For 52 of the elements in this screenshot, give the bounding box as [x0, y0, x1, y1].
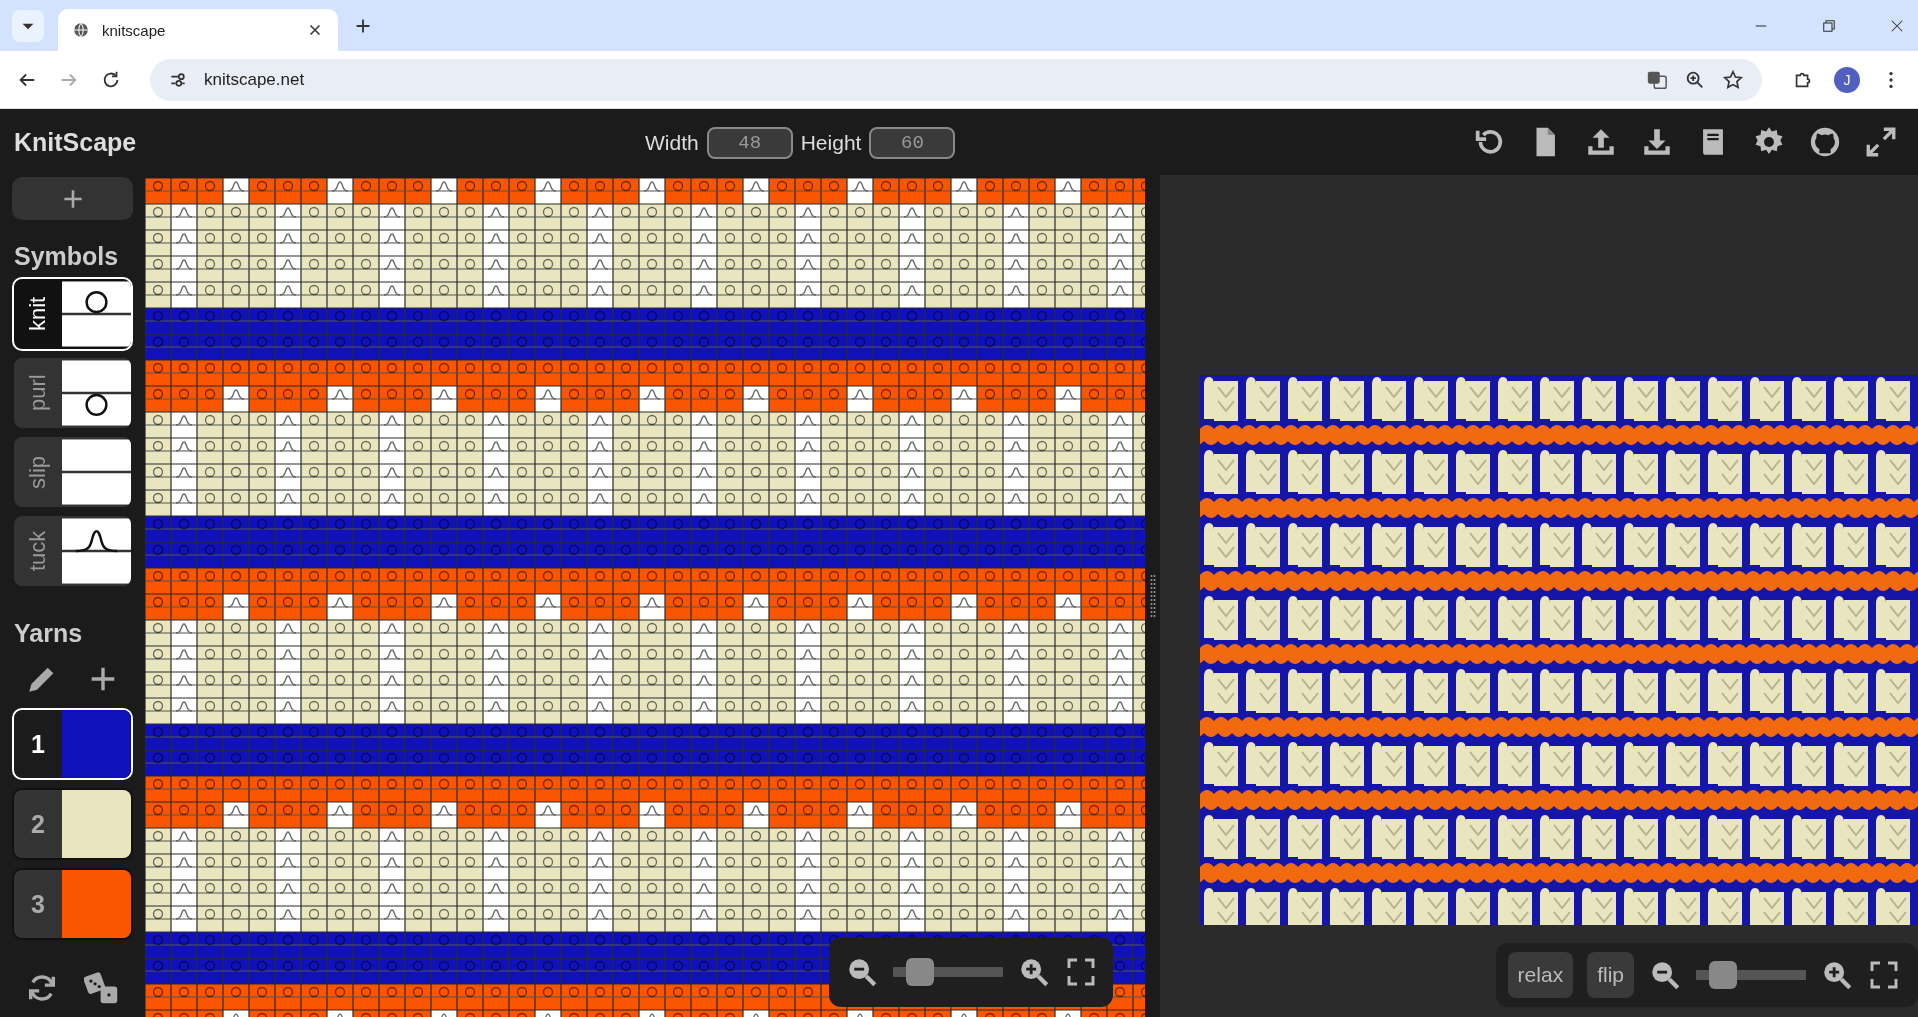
chart-row[interactable] — [145, 1009, 1145, 1017]
chart-row[interactable] — [145, 619, 1145, 647]
symbol-card[interactable]: purl — [12, 356, 133, 430]
width-label: Width — [645, 131, 699, 155]
chart-row[interactable] — [145, 281, 1145, 309]
browser-tab[interactable]: knitscape — [58, 9, 338, 51]
fullscreen-icon[interactable] — [1065, 956, 1097, 988]
symbols-heading: Symbols — [14, 242, 120, 271]
yarn-card[interactable]: 2 — [12, 788, 133, 860]
chart-row[interactable] — [145, 905, 1145, 933]
bookmark-star-icon[interactable] — [1722, 68, 1744, 91]
expand-icon[interactable] — [1864, 125, 1898, 159]
slip-symbol-icon — [62, 437, 131, 507]
height-label: Height — [800, 131, 862, 155]
yarn-number: 3 — [30, 888, 46, 920]
chart-row[interactable] — [145, 827, 1145, 855]
chart-row[interactable] — [145, 593, 1145, 621]
symbol-label: purl — [24, 373, 51, 414]
fullscreen-icon[interactable] — [1868, 959, 1900, 991]
width-field[interactable]: 48 — [706, 127, 793, 159]
purl-symbol-icon — [62, 358, 131, 428]
chart-row[interactable] — [145, 203, 1145, 231]
yarn-number: 1 — [30, 728, 46, 760]
height-field[interactable]: 60 — [869, 127, 956, 159]
address-bar[interactable]: knitscape.net — [150, 58, 1762, 101]
globe-icon — [72, 21, 90, 39]
tab-list-caret-icon[interactable] — [12, 9, 44, 42]
slider-thumb[interactable] — [905, 958, 934, 986]
tuck-symbol-icon — [62, 516, 131, 586]
symbol-label: tuck — [24, 529, 51, 574]
simulation-button[interactable]: relax — [1507, 952, 1574, 998]
chart-row[interactable] — [145, 411, 1145, 439]
chart-row[interactable] — [145, 385, 1145, 413]
yarn-card[interactable]: 1 — [12, 708, 133, 780]
symbol-card[interactable]: knit — [12, 277, 133, 351]
slider-thumb[interactable] — [1708, 961, 1737, 989]
yarn-number: 2 — [30, 808, 46, 840]
chart-row[interactable] — [145, 697, 1145, 725]
simulation-button[interactable]: flip — [1587, 952, 1634, 998]
symbol-card[interactable]: slip — [12, 435, 133, 509]
symbol-label: slip — [24, 454, 51, 491]
profile-avatar[interactable]: J — [1834, 66, 1860, 93]
app-title: KnitScape — [14, 127, 137, 157]
chart-row[interactable] — [145, 178, 1145, 205]
symbol-card[interactable]: tuck — [12, 514, 133, 588]
symbol-label: knit — [24, 295, 51, 334]
yarn-card[interactable]: 3 — [12, 868, 133, 940]
knit-symbol-icon — [62, 279, 131, 349]
chart-row[interactable] — [145, 801, 1145, 829]
yarns-heading: Yarns — [14, 619, 84, 648]
resize-handle-icon[interactable] — [1149, 574, 1156, 618]
chart-row[interactable] — [145, 489, 1145, 517]
